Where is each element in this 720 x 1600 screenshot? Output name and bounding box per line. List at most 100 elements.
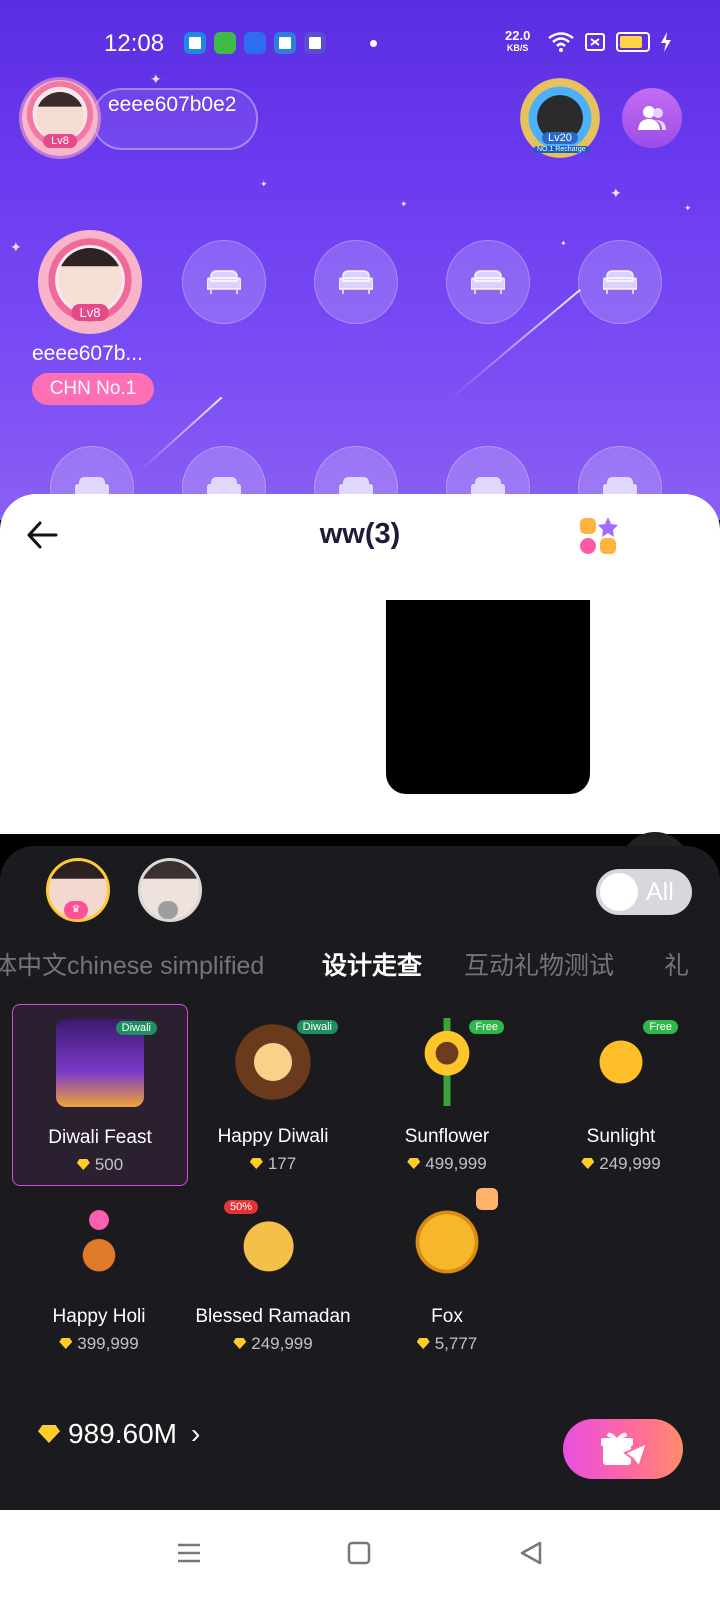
chevron-right-icon: › bbox=[190, 1418, 201, 1449]
host-name: eeee607b0e2 bbox=[108, 93, 237, 116]
diamond-icon bbox=[76, 1159, 90, 1170]
sofa-icon bbox=[207, 270, 241, 294]
gift-name: Sunflower bbox=[404, 1126, 490, 1147]
level-badge: Lv8 bbox=[43, 134, 77, 148]
gift-price: 249,999 bbox=[186, 1334, 360, 1354]
gift-image bbox=[55, 1198, 143, 1286]
gift-send-icon bbox=[601, 1432, 649, 1469]
star-decoration: ✦ bbox=[400, 199, 408, 209]
diamond-icon bbox=[416, 1338, 430, 1349]
gift-tag: Diwali bbox=[115, 1021, 157, 1035]
gift-badge-icon bbox=[476, 1188, 498, 1210]
gift-tag: Diwali bbox=[296, 1020, 338, 1034]
app-notification-icon bbox=[214, 32, 236, 54]
recipient-avatar[interactable] bbox=[138, 858, 202, 922]
star-decoration: ✦ bbox=[150, 71, 162, 87]
gift-item-fox[interactable]: Fox 5,777 bbox=[360, 1184, 534, 1364]
battery-icon bbox=[616, 32, 650, 52]
gift-price: 399,999 bbox=[12, 1334, 186, 1354]
notification-icons bbox=[184, 32, 326, 54]
gift-item-blessed-ramadan[interactable]: 50% Blessed Ramadan 249,999 bbox=[186, 1184, 360, 1364]
level-badge: Lv8 bbox=[71, 304, 109, 321]
diamond-icon bbox=[249, 1158, 263, 1169]
network-speed-value: 22.0 bbox=[505, 28, 531, 43]
sofa-icon bbox=[339, 270, 373, 294]
diamond-icon bbox=[407, 1158, 421, 1169]
select-all-toggle[interactable]: All bbox=[596, 869, 692, 915]
online-users-button[interactable] bbox=[622, 88, 682, 148]
apps-grid-icon[interactable] bbox=[578, 516, 618, 556]
person-icon bbox=[158, 901, 178, 919]
system-navigation-bar bbox=[0, 1510, 720, 1600]
star-decoration: ✦ bbox=[610, 185, 622, 201]
gift-tag: Free bbox=[643, 1020, 678, 1034]
empty-seat[interactable] bbox=[314, 240, 398, 324]
diamond-icon bbox=[581, 1158, 595, 1169]
empty-seat[interactable] bbox=[578, 240, 662, 324]
network-speed-unit: KB/S bbox=[506, 43, 529, 53]
avatar-image bbox=[58, 248, 122, 312]
star-decoration: ✦ bbox=[260, 179, 268, 189]
gift-name: Happy Diwali bbox=[217, 1126, 329, 1147]
avatar-image bbox=[36, 92, 84, 140]
gift-tag: 50% bbox=[224, 1200, 259, 1214]
toggle-all-label: All bbox=[646, 878, 674, 906]
gift-name: Fox bbox=[431, 1306, 463, 1327]
app-notification-icon bbox=[184, 32, 206, 54]
top-rank-level: Lv20 bbox=[542, 132, 578, 144]
star-decoration: ✦ bbox=[684, 203, 692, 213]
tab-more[interactable]: 礼 bbox=[664, 946, 689, 982]
charging-icon bbox=[661, 32, 671, 52]
gift-name: Diwali Feast bbox=[48, 1127, 152, 1148]
gift-item-happy-holi[interactable]: Happy Holi 399,999 bbox=[12, 1184, 186, 1364]
menu-icon[interactable] bbox=[176, 1540, 202, 1566]
gift-tag: Free bbox=[469, 1020, 504, 1034]
gift-item-happy-diwali[interactable]: Diwali Happy Diwali 177 bbox=[186, 1004, 360, 1184]
diamond-balance[interactable]: 989.60M › bbox=[38, 1418, 200, 1450]
star-decoration: ✦ bbox=[10, 239, 22, 255]
diamond-icon bbox=[233, 1338, 247, 1349]
gift-category-tabs: 体中文chinese simplified 设计走查 互动礼物测试 礼 bbox=[0, 946, 720, 986]
balance-value: 989.60M bbox=[68, 1418, 177, 1449]
users-icon bbox=[638, 106, 666, 130]
empty-seat[interactable] bbox=[182, 240, 266, 324]
gift-item-diwali-feast[interactable]: Diwali Diwali Feast 500 bbox=[12, 1004, 188, 1186]
toggle-knob bbox=[600, 873, 638, 911]
gift-price: 249,999 bbox=[534, 1154, 708, 1174]
video-preview[interactable] bbox=[386, 600, 590, 794]
gift-name: Blessed Ramadan bbox=[195, 1306, 351, 1327]
send-gift-button[interactable] bbox=[563, 1419, 683, 1479]
tab-chinese-simplified[interactable]: 体中文chinese simplified bbox=[0, 946, 264, 982]
app-notification-icon bbox=[274, 32, 296, 54]
network-speed: 22.0 KB/S bbox=[505, 28, 531, 54]
diamond-icon bbox=[38, 1425, 60, 1443]
more-notifications-dot bbox=[370, 40, 377, 47]
app-notification-icon bbox=[304, 32, 326, 54]
gift-item-sunlight[interactable]: Free Sunlight 249,999 bbox=[534, 1004, 708, 1184]
sofa-icon bbox=[471, 270, 505, 294]
gift-price: 499,999 bbox=[360, 1154, 534, 1174]
gift-name: Happy Holi bbox=[52, 1306, 146, 1327]
gift-name: Sunlight bbox=[586, 1126, 656, 1147]
home-icon[interactable] bbox=[346, 1540, 372, 1566]
seat-host-name: eeee607b... bbox=[32, 342, 143, 365]
status-right-icons bbox=[548, 32, 672, 52]
gift-price: 500 bbox=[13, 1155, 187, 1175]
gift-price: 177 bbox=[186, 1154, 360, 1174]
top-recharge-badge[interactable]: Lv20 NO.1 Recharge bbox=[520, 78, 600, 158]
diamond-icon bbox=[59, 1338, 73, 1349]
sofa-icon bbox=[603, 270, 637, 294]
tab-interactive-gift-test[interactable]: 互动礼物测试 bbox=[464, 946, 614, 982]
host-seat[interactable]: Lv8 bbox=[38, 230, 142, 334]
app-notification-icon bbox=[244, 32, 266, 54]
recipient-avatar-host[interactable]: ♛ bbox=[46, 858, 110, 922]
empty-seat[interactable] bbox=[446, 240, 530, 324]
host-avatar[interactable]: Lv8 bbox=[22, 80, 98, 156]
star-decoration: ✦ bbox=[560, 239, 567, 248]
back-icon[interactable] bbox=[518, 1540, 544, 1566]
top-rank-label: NO.1 Recharge bbox=[534, 146, 589, 153]
gift-item-sunflower[interactable]: Free Sunflower 499,999 bbox=[360, 1004, 534, 1184]
status-time: 12:08 bbox=[104, 30, 165, 57]
tab-design-review[interactable]: 设计走查 bbox=[322, 946, 422, 982]
gift-price: 5,777 bbox=[360, 1334, 534, 1354]
